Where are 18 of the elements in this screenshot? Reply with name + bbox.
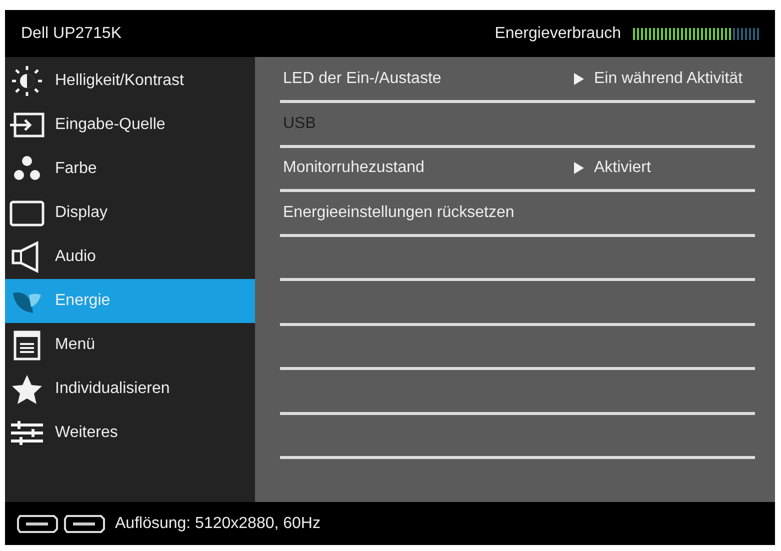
arrow-right-icon	[574, 162, 584, 174]
resolution-text: Auflösung: 5120x2880, 60Hz	[115, 514, 320, 534]
monitor-title: Dell UP2715K	[21, 24, 122, 44]
sidebar-item[interactable]: Eingabe-Quelle	[5, 103, 255, 147]
sidebar-item[interactable]: Display	[5, 191, 255, 235]
sidebar-item[interactable]: Individualisieren	[5, 367, 255, 411]
sidebar-item[interactable]: Weiteres	[5, 411, 255, 455]
setting-label[interactable]: Monitorruhezustand	[283, 156, 424, 180]
energy-label: Energieverbrauch	[494, 24, 621, 44]
sidebar-item[interactable]: Audio	[5, 235, 255, 279]
setting-label[interactable]: LED der Ein-/Austaste	[283, 66, 442, 90]
setting-value: Ein während Aktivität	[594, 68, 743, 88]
sidebar-item[interactable]: Menü	[5, 323, 255, 367]
arrow-right-icon	[574, 72, 584, 84]
setting-label[interactable]: Energieeinstellungen rücksetzen	[283, 200, 514, 225]
sidebar-item[interactable]: Helligkeit/Kontrast	[5, 59, 255, 103]
sidebar-item[interactable]: Farbe	[5, 147, 255, 191]
setting-value: Aktiviert	[594, 158, 651, 178]
